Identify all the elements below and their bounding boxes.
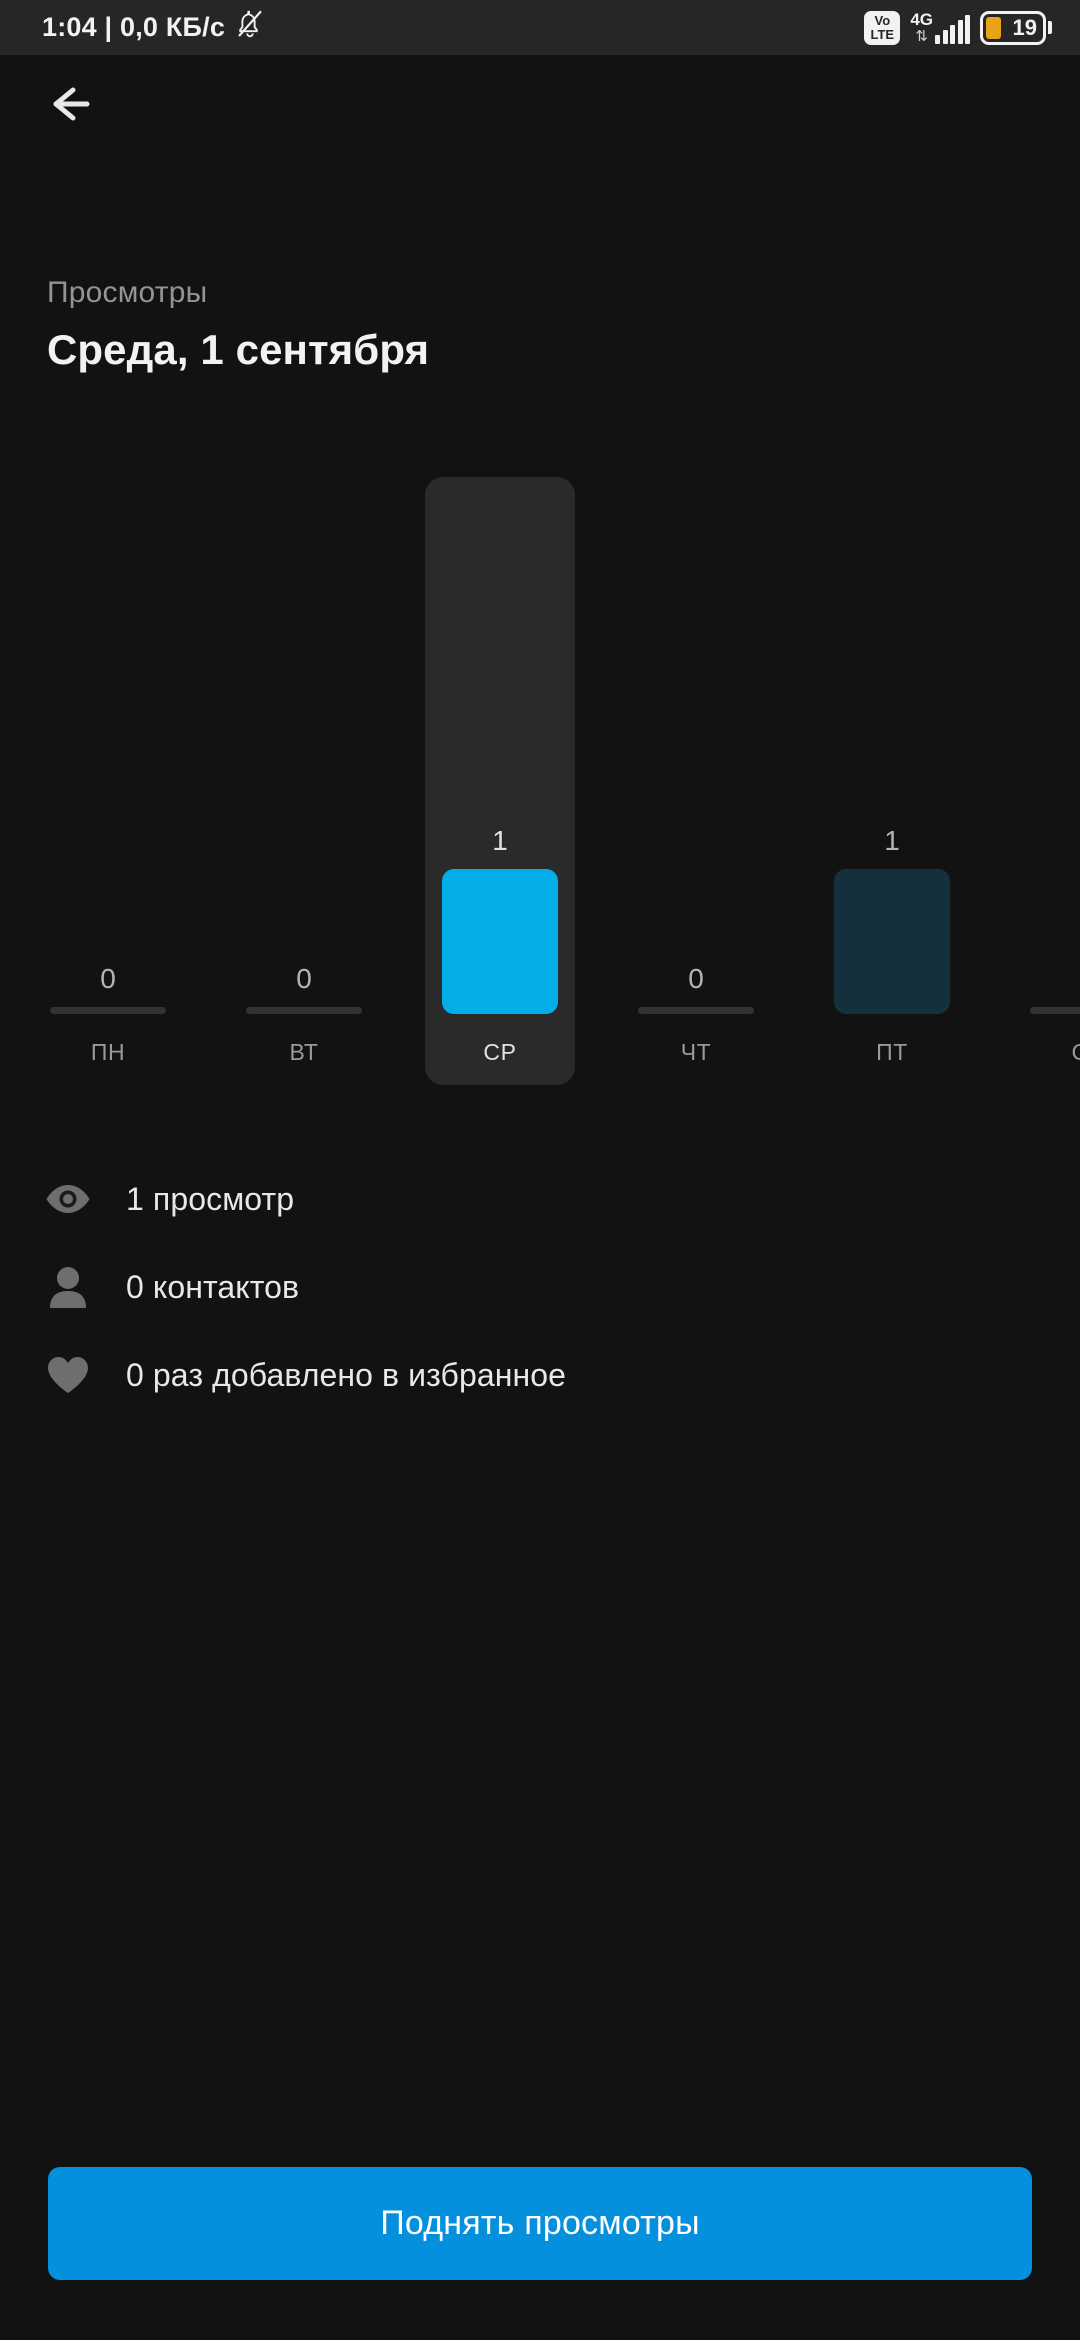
- app-screen: 1:04 | 0,0 КБ/с Vo LTE 4G ⇅ 19 Просмотры…: [0, 0, 1080, 2340]
- stats-list: 1 просмотр 0 контактов 0 раз добавлено в…: [0, 1155, 1080, 1419]
- stat-label-favorites: 0 раз добавлено в избранное: [126, 1356, 567, 1393]
- status-bar-left: 1:04 | 0,0 КБ/с: [42, 9, 265, 46]
- chart-bar-value: 1: [884, 825, 900, 856]
- arrow-left-icon: [49, 83, 101, 130]
- page-title: Среда, 1 сентября: [47, 326, 430, 373]
- chart-bar[interactable]: [638, 1007, 754, 1014]
- chart-bar-value: 0: [100, 963, 116, 994]
- chart-day-label[interactable]: СР: [402, 1041, 598, 1064]
- page-subtitle: Просмотры: [47, 276, 208, 309]
- chart-bar[interactable]: [442, 869, 558, 1014]
- signal-icon: 4G ⇅: [910, 11, 970, 44]
- chart-day-label[interactable]: ЧТ: [598, 1041, 794, 1064]
- volte-label-top: Vo: [874, 13, 891, 29]
- status-time-and-network: 1:04 | 0,0 КБ/с: [42, 12, 226, 42]
- chart-bar-value: 0: [990, 965, 1080, 993]
- stat-label-views: 1 просмотр: [126, 1180, 295, 1217]
- network-type-label: 4G: [910, 10, 933, 29]
- volte-icon: Vo LTE: [864, 10, 901, 45]
- chart-bar-value: 0: [688, 963, 704, 994]
- volte-label-bottom: LTE: [870, 26, 895, 42]
- chart-day-label[interactable]: ПТ: [794, 1041, 990, 1064]
- status-bar: 1:04 | 0,0 КБ/с Vo LTE 4G ⇅ 19: [0, 0, 1080, 55]
- chart-bar-value: 0: [296, 963, 312, 994]
- status-bar-right: Vo LTE 4G ⇅ 19: [864, 10, 1052, 45]
- chart-bar-value: 1: [492, 825, 508, 856]
- stat-row-contacts: 0 контактов: [0, 1243, 1080, 1331]
- eye-icon: [44, 1182, 92, 1216]
- stat-label-contacts: 0 контактов: [126, 1268, 300, 1305]
- signal-bars-icon: [935, 14, 970, 44]
- back-button[interactable]: [28, 75, 122, 137]
- heart-icon: [44, 1355, 92, 1395]
- stat-row-views: 1 просмотр: [0, 1155, 1080, 1243]
- bell-slash-icon: [235, 9, 265, 46]
- chart-day-label[interactable]: СБ: [990, 1041, 1080, 1064]
- views-bar-chart: 0ПН0ВТ1СР0ЧТ1ПТ0СБ0ВС: [0, 430, 1080, 1120]
- chart-bar[interactable]: [1030, 1007, 1080, 1014]
- battery-percent-label: 19: [1012, 14, 1037, 40]
- chart-day-label[interactable]: ВТ: [206, 1041, 402, 1064]
- stat-row-favorites: 0 раз добавлено в избранное: [0, 1331, 1080, 1419]
- chart-day-label[interactable]: ПН: [10, 1041, 206, 1064]
- person-icon: [44, 1265, 92, 1309]
- battery-icon: 19: [980, 10, 1052, 45]
- chart-bar[interactable]: [834, 869, 950, 1014]
- data-transfer-arrows-icon: ⇅: [915, 28, 928, 45]
- chart-bar[interactable]: [50, 1007, 166, 1014]
- chart-bar[interactable]: [246, 1007, 362, 1014]
- boost-views-button[interactable]: Поднять просмотры: [48, 2167, 1032, 2280]
